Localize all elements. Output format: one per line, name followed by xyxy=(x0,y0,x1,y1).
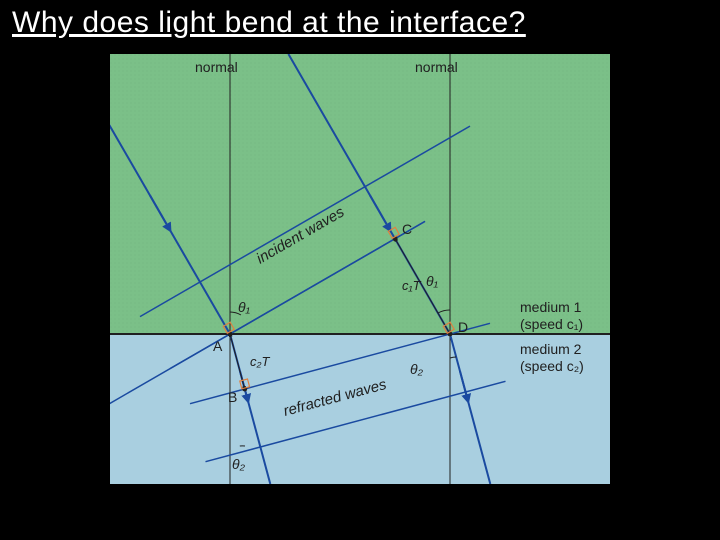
label-medium1-speed: (speed c₁) xyxy=(520,316,583,332)
label-theta1-b: θ₁ xyxy=(426,273,439,289)
label-normal-1: normal xyxy=(195,59,238,75)
label-medium2-speed: (speed c₂) xyxy=(520,358,584,374)
label-C: C xyxy=(402,221,412,237)
label-theta2-a: θ₂ xyxy=(410,361,424,377)
label-c1T: c₁T xyxy=(402,278,422,293)
label-medium2: medium 2 xyxy=(520,341,582,357)
label-normal-2: normal xyxy=(415,59,458,75)
page-title: Why does light bend at the interface? xyxy=(0,0,720,44)
label-medium1: medium 1 xyxy=(520,299,582,315)
refraction-diagram: normal normal incident waves refracted w… xyxy=(110,54,610,484)
label-D: D xyxy=(458,319,468,335)
label-A: A xyxy=(213,338,223,354)
label-theta2-b: θ₂ xyxy=(232,456,246,472)
label-c2T: c₂T xyxy=(250,354,270,369)
label-B: B xyxy=(228,389,237,405)
label-theta1-a: θ₁ xyxy=(238,299,251,315)
